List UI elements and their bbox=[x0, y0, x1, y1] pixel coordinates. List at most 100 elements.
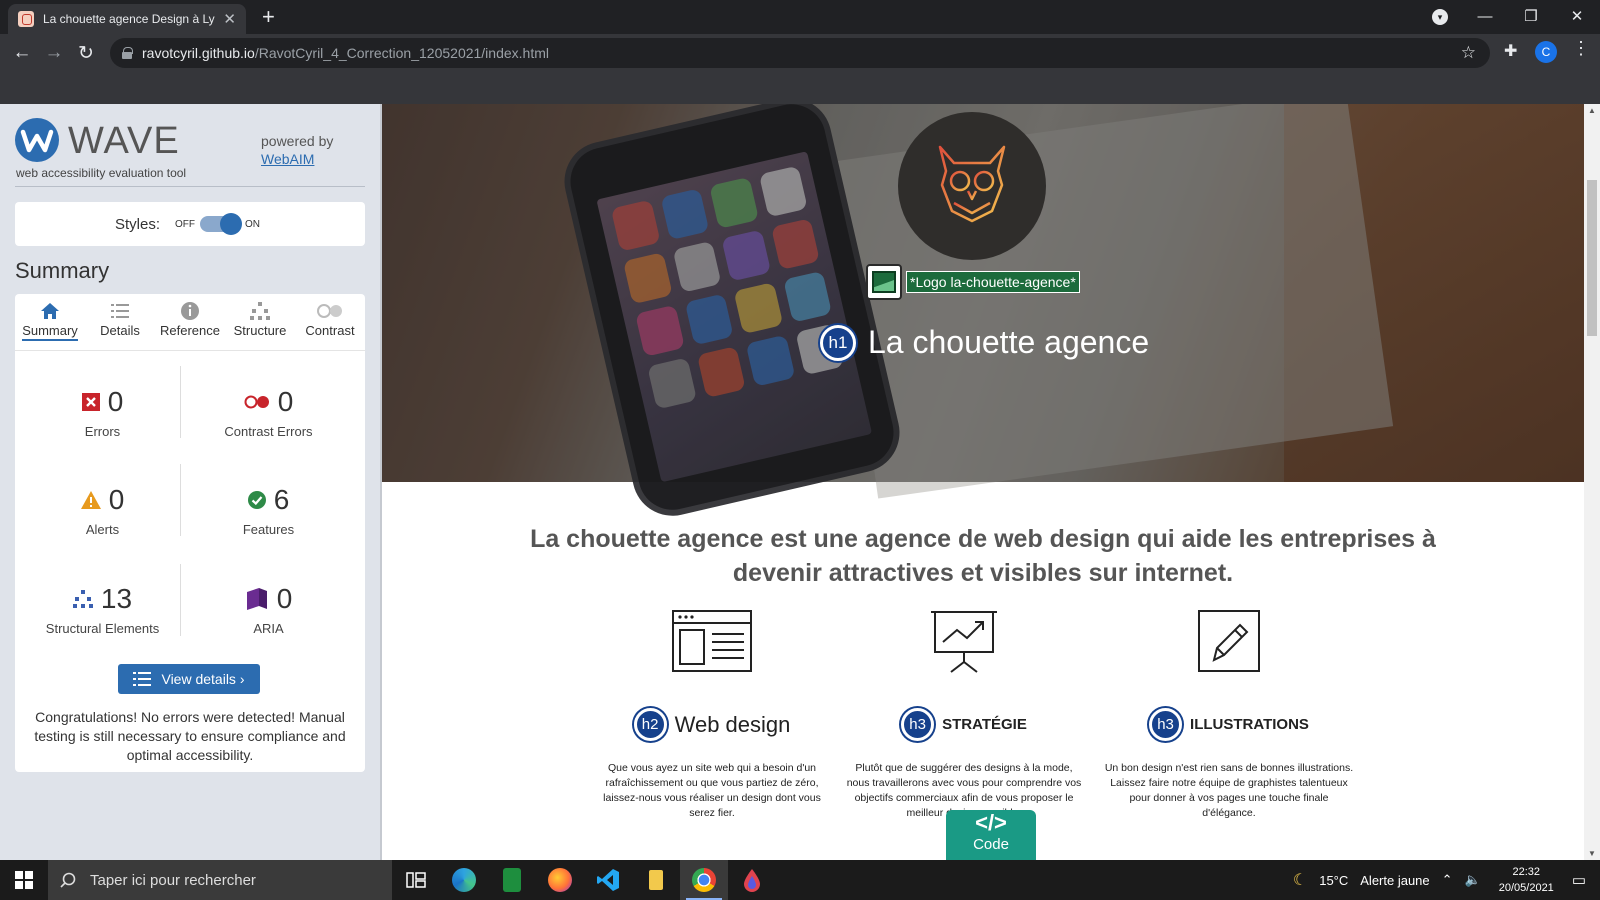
code-icon: </> bbox=[975, 810, 1007, 835]
stat-contrast-errors[interactable]: 0 Contrast Errors bbox=[181, 386, 356, 439]
new-tab-icon[interactable]: + bbox=[262, 4, 275, 30]
drop-app-icon[interactable] bbox=[728, 860, 776, 900]
start-button[interactable] bbox=[0, 860, 48, 900]
alerts-count: 0 bbox=[108, 484, 125, 515]
view-details-button[interactable]: View details › bbox=[118, 664, 260, 694]
close-window-icon[interactable]: ✕ bbox=[1554, 4, 1600, 30]
image-alt-text: *Logo la-chouette-agence* bbox=[906, 271, 1080, 293]
alerts-label: Alerts bbox=[85, 522, 120, 537]
restore-icon[interactable]: ❐ bbox=[1508, 4, 1554, 30]
chrome-icon[interactable] bbox=[680, 860, 728, 900]
stat-structural[interactable]: 13 Structural Elements bbox=[15, 583, 190, 636]
browser-toolbar: ← → ↻ ravotcyril.github.io /RavotCyril_4… bbox=[0, 34, 1600, 104]
wave-code-toggle[interactable]: </> Code bbox=[946, 810, 1036, 860]
volume-icon[interactable]: 🔈 bbox=[1465, 872, 1481, 888]
tab-reference[interactable]: Reference bbox=[155, 294, 225, 350]
wave-tagline: web accessibility evaluation tool bbox=[16, 166, 187, 180]
scroll-down-icon[interactable]: ▼ bbox=[1584, 849, 1600, 858]
system-tray: ☾ 15°C Alerte jaune ⌃ 🔈 22:32 20/05/2021… bbox=[1287, 860, 1600, 900]
scroll-up-icon[interactable]: ▲ bbox=[1584, 106, 1600, 115]
alert-icon bbox=[80, 491, 101, 509]
browser-window-icon bbox=[582, 610, 842, 680]
structure-icon bbox=[72, 590, 93, 608]
tab-structure[interactable]: Structure bbox=[225, 294, 295, 350]
h3-badge-icon[interactable]: h3 bbox=[1149, 708, 1183, 741]
image-alt-marker[interactable]: *Logo la-chouette-agence* bbox=[866, 264, 1080, 300]
tabs-divider bbox=[15, 350, 365, 351]
tab-search-icon[interactable]: ▾ bbox=[1432, 9, 1448, 25]
service-card-illustrations: h3 ILLUSTRATIONS Un bon design n'est rie… bbox=[1104, 610, 1354, 821]
browser-tab[interactable]: La chouette agence Design à Lyo ✕ bbox=[8, 4, 246, 34]
h3-badge-icon[interactable]: h3 bbox=[901, 708, 935, 741]
sheets-icon[interactable] bbox=[488, 860, 536, 900]
weather-temp[interactable]: 15°C bbox=[1319, 873, 1348, 888]
url-host: ravotcyril.github.io bbox=[142, 45, 255, 61]
scrollbar-thumb[interactable] bbox=[1587, 180, 1597, 336]
hero-banner: *Logo la-chouette-agence* h1 La chouette… bbox=[382, 104, 1584, 517]
owl-icon bbox=[938, 145, 1006, 229]
powered-by: powered by WebAIM bbox=[261, 132, 333, 168]
reload-icon[interactable]: ↻ bbox=[72, 42, 100, 65]
forward-icon[interactable]: → bbox=[40, 42, 68, 64]
menu-kebab-icon[interactable]: ⋮ bbox=[1572, 38, 1590, 59]
page-viewport: *Logo la-chouette-agence* h1 La chouette… bbox=[382, 104, 1584, 860]
error-icon bbox=[81, 393, 100, 411]
system-clock[interactable]: 22:32 20/05/2021 bbox=[1499, 864, 1554, 896]
taskbar-search[interactable]: Taper ici pour rechercher bbox=[48, 860, 392, 900]
wave-sidebar: WAVE web accessibility evaluation tool p… bbox=[0, 104, 380, 860]
notifications-icon[interactable]: ▭ bbox=[1572, 871, 1586, 889]
service-card-strategie: h3 STRATÉGIE Plutôt que de suggérer des … bbox=[844, 610, 1084, 821]
windows-logo-icon bbox=[15, 871, 33, 889]
browser-tabbar: La chouette agence Design à Lyo ✕ + ▾ — … bbox=[0, 0, 1600, 34]
extensions-icon[interactable]: ✚ bbox=[1504, 41, 1517, 61]
card-title-illustrations: ILLUSTRATIONS bbox=[1190, 716, 1309, 733]
intro-text: La chouette agence est une agence de web… bbox=[530, 525, 1436, 587]
firefox-icon[interactable] bbox=[536, 860, 584, 900]
task-view-icon[interactable] bbox=[392, 860, 440, 900]
tab-details[interactable]: Details bbox=[85, 294, 155, 350]
lock-icon bbox=[122, 47, 133, 59]
structural-label: Structural Elements bbox=[45, 621, 160, 636]
tray-chevron-icon[interactable]: ⌃ bbox=[1442, 872, 1453, 888]
moon-weather-icon[interactable]: ☾ bbox=[1293, 870, 1307, 890]
close-tab-icon[interactable]: ✕ bbox=[223, 10, 236, 28]
search-icon bbox=[60, 872, 76, 888]
clock-time: 22:32 bbox=[1512, 866, 1541, 878]
pencil-icon bbox=[1104, 610, 1354, 680]
contrast-errors-count: 0 bbox=[277, 386, 294, 417]
tab-contrast[interactable]: Contrast bbox=[295, 294, 365, 350]
tab-details-label: Details bbox=[100, 323, 140, 338]
tab-structure-label: Structure bbox=[233, 323, 287, 338]
features-label: Features bbox=[242, 522, 295, 537]
stat-features[interactable]: 6 Features bbox=[181, 484, 356, 537]
minimize-icon[interactable]: — bbox=[1462, 4, 1508, 30]
styles-toggle[interactable] bbox=[200, 213, 242, 235]
list-icon bbox=[133, 672, 152, 686]
back-icon[interactable]: ← bbox=[8, 42, 36, 64]
powered-by-label: powered by bbox=[261, 133, 334, 149]
webaim-link[interactable]: WebAIM bbox=[261, 150, 333, 168]
h1-badge-icon[interactable]: h1 bbox=[820, 324, 856, 361]
stat-aria[interactable]: 0 ARIA bbox=[181, 583, 356, 636]
bookmark-star-icon[interactable]: ☆ bbox=[1461, 43, 1476, 63]
vscode-icon[interactable] bbox=[584, 860, 632, 900]
address-bar[interactable]: ravotcyril.github.io /RavotCyril_4_Corre… bbox=[110, 38, 1490, 68]
h2-badge-icon[interactable]: h2 bbox=[633, 708, 667, 741]
stat-errors[interactable]: 0 Errors bbox=[15, 386, 190, 439]
edge-icon[interactable] bbox=[440, 860, 488, 900]
weather-alert[interactable]: Alerte jaune bbox=[1360, 873, 1429, 888]
contrast-error-icon bbox=[244, 395, 269, 409]
stat-alerts[interactable]: 0 Alerts bbox=[15, 484, 190, 537]
features-count: 6 bbox=[273, 484, 290, 515]
file-explorer-icon[interactable] bbox=[632, 860, 680, 900]
windows-taskbar: Taper ici pour rechercher ☾ 15°C Alerte … bbox=[0, 860, 1600, 900]
clock-date: 20/05/2021 bbox=[1498, 882, 1554, 894]
info-icon bbox=[155, 299, 225, 323]
page-scrollbar[interactable]: ▲ ▼ bbox=[1584, 104, 1600, 860]
tab-reference-label: Reference bbox=[160, 323, 220, 338]
tab-summary[interactable]: Summary bbox=[15, 294, 85, 350]
card-text-illustrations: Un bon design n'est rien sans de bonnes … bbox=[1104, 762, 1354, 819]
service-card-web-design: h2 Web design Que vous ayez un site web … bbox=[582, 610, 842, 821]
profile-avatar[interactable]: C bbox=[1535, 41, 1557, 63]
hierarchy-icon bbox=[225, 299, 295, 323]
